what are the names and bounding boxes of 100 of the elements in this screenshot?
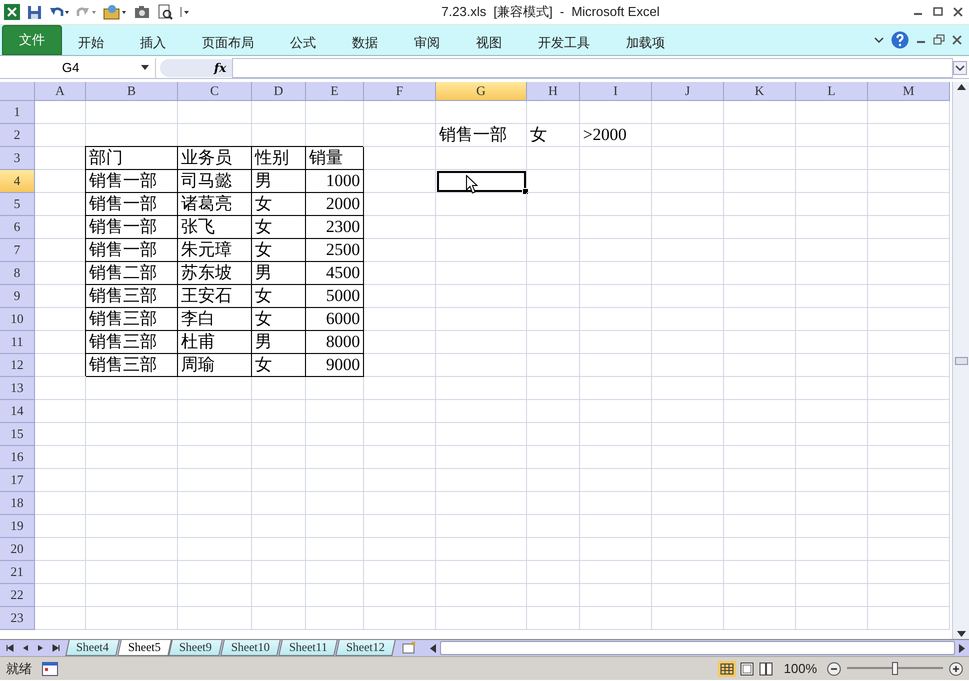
last-sheet-icon[interactable] [51, 644, 60, 652]
sheet-tab[interactable]: Sheet10 [220, 640, 280, 656]
row-header[interactable]: 2 [0, 124, 35, 147]
table-cell: 销售一部 [86, 170, 178, 193]
formula-input-field[interactable] [232, 58, 953, 78]
ribbon-tab[interactable]: 视图 [462, 31, 516, 55]
row-header[interactable]: 6 [0, 216, 35, 239]
insert-sheet-icon[interactable] [400, 641, 418, 655]
close-icon[interactable] [951, 6, 965, 18]
save-icon[interactable] [27, 4, 42, 20]
row-header[interactable]: 13 [0, 377, 35, 400]
ribbon-tab[interactable]: 公式 [276, 31, 330, 55]
table-cell: 女 [252, 354, 306, 377]
ribbon-tab[interactable]: 开发工具 [524, 31, 604, 55]
column-header[interactable]: D [252, 82, 306, 101]
table-cell: 王安石 [178, 285, 252, 308]
row-header[interactable]: 12 [0, 354, 35, 377]
row-header[interactable]: 10 [0, 308, 35, 331]
file-tab[interactable]: 文件 [2, 25, 62, 55]
print-preview-icon[interactable] [157, 4, 173, 20]
row-header[interactable]: 1 [0, 101, 35, 124]
excel-logo-icon[interactable] [4, 4, 20, 20]
table-cell [580, 584, 652, 607]
row-header[interactable]: 22 [0, 584, 35, 607]
status-text: 就绪 [6, 660, 32, 678]
customize-caret-icon[interactable] [180, 5, 190, 19]
camera-icon[interactable] [134, 5, 150, 19]
normal-view-icon[interactable] [718, 660, 736, 676]
name-box[interactable]: G4 [0, 58, 156, 78]
table-cell [724, 400, 796, 423]
row-header[interactable]: 16 [0, 446, 35, 469]
previous-sheet-icon[interactable] [21, 644, 30, 652]
row-header[interactable]: 9 [0, 285, 35, 308]
zoom-out-icon[interactable] [827, 662, 841, 676]
row-header[interactable]: 19 [0, 515, 35, 538]
scroll-up-arrow-icon[interactable] [956, 84, 966, 90]
row-header[interactable]: 15 [0, 423, 35, 446]
column-header[interactable]: F [364, 82, 436, 101]
column-header[interactable]: A [35, 82, 86, 101]
zoom-slider-thumb[interactable] [892, 662, 898, 675]
sheet-tab[interactable]: Sheet9 [168, 640, 223, 656]
table-cell [252, 538, 306, 561]
column-header[interactable]: E [306, 82, 364, 101]
column-header[interactable]: J [652, 82, 724, 101]
page-layout-view-icon[interactable] [738, 660, 755, 676]
row-header[interactable]: 5 [0, 193, 35, 216]
sheet-tab[interactable]: Sheet5 [116, 640, 172, 656]
help-icon[interactable] [891, 31, 909, 49]
column-header[interactable]: L [796, 82, 868, 101]
zoom-level-button[interactable]: 100% [784, 661, 817, 676]
row-header[interactable]: 18 [0, 492, 35, 515]
expand-caret-icon[interactable] [953, 60, 967, 74]
ribbon-tab[interactable]: 开始 [64, 31, 118, 55]
horizontal-scrollbar[interactable] [440, 641, 955, 655]
next-sheet-icon[interactable] [36, 644, 45, 652]
scroll-right-arrow-icon[interactable] [959, 644, 965, 652]
row-header[interactable]: 3 [0, 147, 35, 170]
restore-icon[interactable] [933, 34, 945, 46]
sheet-tab[interactable]: Sheet12 [335, 640, 396, 656]
active-cell[interactable] [436, 170, 527, 193]
row-header[interactable]: 17 [0, 469, 35, 492]
table-cell: 女 [252, 239, 306, 262]
fill-handle[interactable] [522, 188, 529, 195]
first-sheet-icon[interactable] [6, 644, 15, 652]
ribbon-tab[interactable]: 审阅 [400, 31, 454, 55]
scrollbar-thumb-icon[interactable] [954, 356, 968, 364]
scroll-down-arrow-icon[interactable] [956, 631, 966, 637]
ribbon-tab[interactable]: 数据 [338, 31, 392, 55]
row-header[interactable]: 20 [0, 538, 35, 561]
column-header[interactable]: I [580, 82, 652, 101]
zoom-in-icon[interactable] [949, 662, 963, 676]
column-header[interactable]: K [724, 82, 796, 101]
close-icon[interactable] [951, 34, 963, 46]
toolbox-icon[interactable] [103, 4, 127, 20]
row-header[interactable]: 11 [0, 331, 35, 354]
dropdown-caret-icon[interactable] [141, 65, 149, 70]
ribbon-tab[interactable]: 插入 [126, 31, 180, 55]
page-break-view-icon[interactable] [758, 660, 774, 676]
row-header[interactable]: 23 [0, 607, 35, 630]
row-header[interactable]: 14 [0, 400, 35, 423]
insert-function-button[interactable]: fx [160, 58, 232, 76]
row-header[interactable]: 7 [0, 239, 35, 262]
sheet-tab[interactable]: Sheet4 [65, 640, 120, 656]
column-header[interactable]: H [527, 82, 580, 101]
table-cell: 杜甫 [178, 331, 252, 354]
ribbon-tab[interactable]: 页面布局 [188, 31, 268, 55]
row-header[interactable]: 21 [0, 561, 35, 584]
row-header[interactable]: 8 [0, 262, 35, 285]
scroll-left-arrow-icon[interactable] [430, 644, 436, 652]
macro-record-icon[interactable] [42, 662, 58, 676]
ribbon-tab[interactable]: 加载项 [612, 31, 679, 55]
column-header[interactable]: G [436, 82, 527, 101]
column-header[interactable]: C [178, 82, 252, 101]
column-header[interactable]: B [86, 82, 178, 101]
table-cell: 5000 [306, 285, 364, 308]
restore-icon[interactable] [931, 6, 945, 18]
column-header[interactable]: M [868, 82, 950, 101]
table-cell [580, 515, 652, 538]
sheet-tab[interactable]: Sheet11 [278, 640, 338, 656]
row-header[interactable]: 4 [0, 170, 35, 193]
